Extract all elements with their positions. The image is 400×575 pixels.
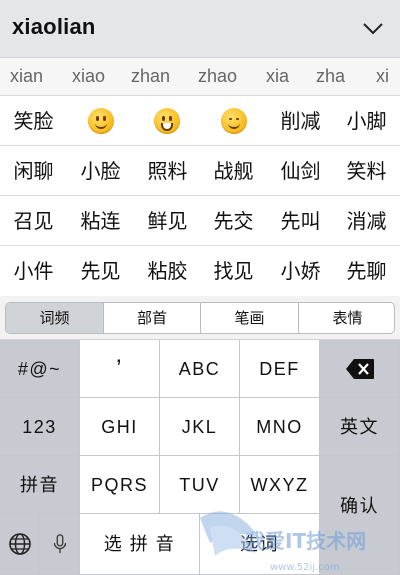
- chevron-down-icon[interactable]: [360, 16, 386, 42]
- candidate-word[interactable]: 小娇: [267, 246, 334, 296]
- candidate-word[interactable]: 小脚: [333, 96, 400, 146]
- globe-key[interactable]: [0, 514, 40, 575]
- candidate-word[interactable]: 先见: [67, 246, 134, 296]
- candidate-row: 召见 粘连 鲜见 先交 先叫 消减: [0, 196, 400, 246]
- mno-key[interactable]: MNO: [240, 398, 320, 456]
- apostrophe-key[interactable]: ’: [80, 340, 160, 398]
- pinyin-option[interactable]: zhan: [131, 66, 170, 87]
- jkl-key[interactable]: JKL: [160, 398, 240, 456]
- pinyin-option[interactable]: xiao: [72, 66, 105, 87]
- segment-emoji[interactable]: 表情: [299, 303, 394, 333]
- grin-emoji-icon[interactable]: [154, 108, 180, 134]
- candidate-word[interactable]: 召见: [0, 196, 67, 246]
- candidate-word[interactable]: 小件: [0, 246, 67, 296]
- smile-emoji-icon[interactable]: [88, 108, 114, 134]
- select-pinyin-key[interactable]: 选 拼 音: [80, 514, 200, 575]
- confirm-key[interactable]: 确认: [320, 456, 400, 575]
- blush-emoji-icon[interactable]: [221, 108, 247, 134]
- candidate-word[interactable]: 先交: [200, 196, 267, 246]
- pinyin-option[interactable]: zhao: [198, 66, 237, 87]
- english-key[interactable]: 英文: [320, 398, 400, 456]
- pinyin-suggestion-bar: xian xiao zhan zhao xia zha xi: [0, 58, 400, 96]
- candidate-word[interactable]: 笑脸: [0, 96, 67, 146]
- numbers-key[interactable]: 123: [0, 398, 80, 456]
- tuv-key[interactable]: TUV: [160, 456, 240, 514]
- candidate-word[interactable]: 先叫: [267, 196, 334, 246]
- pqrs-key[interactable]: PQRS: [80, 456, 160, 514]
- pinyin-option[interactable]: zha: [316, 66, 345, 87]
- ghi-key[interactable]: GHI: [80, 398, 160, 456]
- select-word-key[interactable]: 选词: [200, 514, 320, 575]
- composition-bar: xiaolian: [0, 0, 400, 58]
- candidate-word[interactable]: 闲聊: [0, 146, 67, 196]
- backspace-icon: [345, 359, 374, 379]
- candidate-word[interactable]: 找见: [200, 246, 267, 296]
- candidate-word[interactable]: 笑料: [333, 146, 400, 196]
- candidate-word[interactable]: 仙剑: [267, 146, 334, 196]
- segment-frequency[interactable]: 词频: [6, 303, 104, 333]
- sort-segment-bar: 词频 部首 笔画 表情: [0, 296, 400, 340]
- candidate-row: 闲聊 小脸 照料 战舰 仙剑 笑料: [0, 146, 400, 196]
- segment-stroke[interactable]: 笔画: [201, 303, 299, 333]
- microphone-icon: [53, 534, 66, 554]
- abc-key[interactable]: ABC: [160, 340, 240, 398]
- symbols-key[interactable]: #@~: [0, 340, 80, 398]
- globe-icon: [8, 533, 31, 555]
- wxyz-key[interactable]: WXYZ: [240, 456, 320, 514]
- segment-radical[interactable]: 部首: [104, 303, 201, 333]
- candidate-word[interactable]: 战舰: [200, 146, 267, 196]
- candidate-word[interactable]: 小脸: [67, 146, 134, 196]
- composition-text: xiaolian: [12, 14, 96, 39]
- backspace-key[interactable]: [320, 340, 400, 398]
- candidate-word[interactable]: 消减: [333, 196, 400, 246]
- pinyin-option[interactable]: xia: [266, 66, 289, 87]
- candidate-word[interactable]: 粘胶: [134, 246, 201, 296]
- candidate-grid: 笑脸 削减 小脚 闲聊 小脸 照料 战舰 仙剑 笑料 召见 粘连 鲜见 先交 先…: [0, 96, 400, 296]
- candidate-row: 笑脸 削减 小脚: [0, 96, 400, 146]
- pinyin-option[interactable]: xi: [376, 66, 389, 87]
- pinyin-mode-key[interactable]: 拼音: [0, 456, 80, 514]
- microphone-key[interactable]: [40, 514, 80, 575]
- candidate-word[interactable]: 照料: [134, 146, 201, 196]
- candidate-word[interactable]: 先聊: [333, 246, 400, 296]
- sort-segmented-control: 词频 部首 笔画 表情: [5, 302, 395, 334]
- candidate-word[interactable]: 鲜见: [134, 196, 201, 246]
- candidate-word[interactable]: 削减: [267, 96, 334, 146]
- candidate-word[interactable]: 粘连: [67, 196, 134, 246]
- pinyin-option[interactable]: xian: [10, 66, 43, 87]
- def-key[interactable]: DEF: [240, 340, 320, 398]
- t9-keyboard: #@~ 123 拼音 ’ ABC DEF GHI JKL MNO PQRS TU…: [0, 340, 400, 575]
- candidate-row: 小件 先见 粘胶 找见 小娇 先聊: [0, 246, 400, 296]
